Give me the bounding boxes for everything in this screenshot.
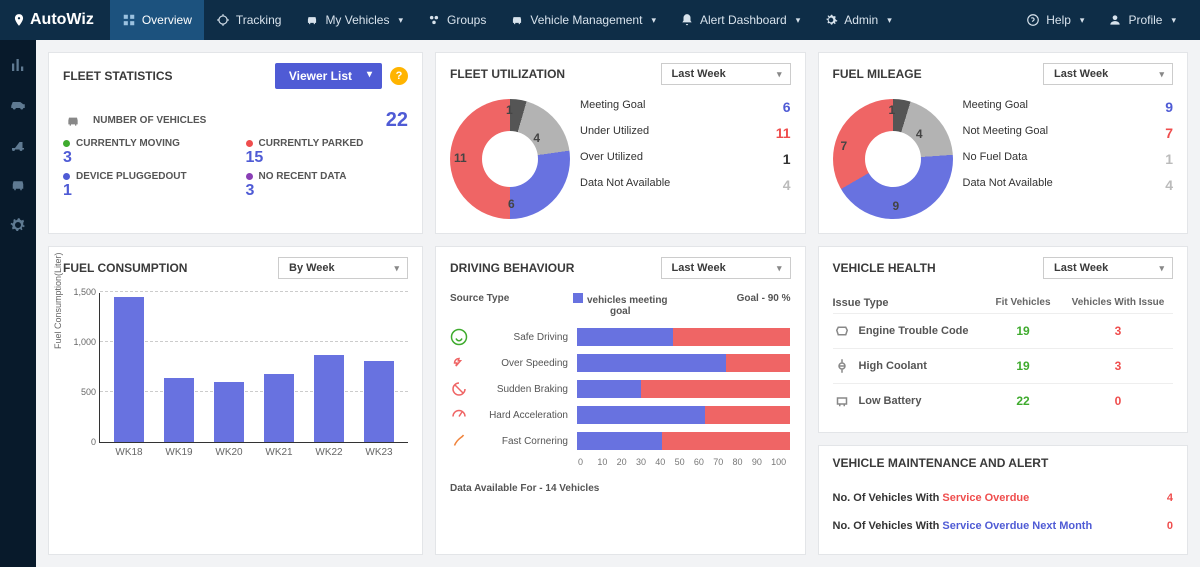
source-type-label: Source Type [450, 293, 564, 317]
maint-row-overdue: No. Of Vehicles With Service Overdue 4 [833, 484, 1174, 512]
db-row: Over Speeding [450, 353, 791, 373]
db-row: Hard Acceleration [450, 405, 791, 425]
bar-WK23 [364, 361, 394, 442]
db-row: Sudden Braking [450, 379, 791, 399]
nav-alert-dashboard[interactable]: Alert Dashboard [668, 0, 812, 40]
issue-icon [833, 357, 851, 375]
vehicles-value: 22 [386, 109, 408, 132]
card-title: FLEET STATISTICS [63, 69, 173, 83]
car-side-icon[interactable] [9, 96, 27, 114]
stats-icon[interactable] [9, 56, 27, 74]
top-navbar: AutoWiz Overview Tracking My Vehicles Gr… [0, 0, 1200, 40]
car-icon [510, 13, 524, 27]
nav-vehicle-management[interactable]: Vehicle Management [498, 0, 668, 40]
fuel-consumption-select[interactable]: By Week [278, 257, 408, 279]
user-icon [1108, 13, 1122, 27]
help-circle-icon [1026, 13, 1040, 27]
behaviour-icon [450, 432, 468, 450]
viewer-list-button[interactable]: Viewer List [275, 63, 382, 89]
card-vehicle-health: VEHICLE HEALTH Last Week Issue Type Fit … [818, 246, 1189, 433]
card-fuel-consumption: FUEL CONSUMPTION By Week Fuel Consumptio… [48, 246, 423, 555]
brand-logo[interactable]: AutoWiz [12, 11, 94, 29]
vh-row: High Coolant193 [833, 348, 1174, 383]
vehicles-label: NUMBER OF VEHICLES [93, 115, 376, 126]
driving-behaviour-footer: Data Available For - 14 Vehicles [450, 483, 791, 494]
norecent-label: NO RECENT DATA [259, 171, 347, 182]
nav-admin[interactable]: Admin [812, 0, 904, 40]
fuel-mileage-select[interactable]: Last Week [1043, 63, 1173, 85]
main-nav: Overview Tracking My Vehicles Groups Veh… [110, 0, 1014, 40]
behaviour-icon [450, 354, 468, 372]
bar-WK21 [264, 374, 294, 442]
goal-label: Goal - 90 % [677, 293, 791, 317]
driving-behaviour-chart: Safe Driving Over Speeding Sudden Braking H… [450, 327, 791, 451]
card-title: FUEL MILEAGE [833, 67, 922, 81]
moving-value: 3 [63, 149, 226, 167]
left-sidebar [0, 40, 36, 567]
fleet-util-legend: Meeting Goal6 Under Utilized11 Over Util… [580, 99, 791, 219]
car-icon [63, 113, 83, 129]
norecent-value: 3 [246, 182, 409, 200]
groups-icon [427, 13, 441, 27]
driving-behaviour-select[interactable]: Last Week [661, 257, 791, 279]
card-title: FUEL CONSUMPTION [63, 261, 187, 275]
card-title: FLEET UTILIZATION [450, 67, 565, 81]
pin-icon [12, 13, 26, 27]
moving-label: CURRENTLY MOVING [76, 138, 180, 149]
car-alt-icon[interactable] [9, 176, 27, 194]
card-fuel-mileage: FUEL MILEAGE Last Week 1 4 7 9 Meeting G… [818, 52, 1189, 234]
fleet-util-donut: 1 4 11 6 [450, 99, 570, 219]
bar-WK19 [164, 378, 194, 442]
parked-label: CURRENTLY PARKED [259, 138, 364, 149]
gear-icon[interactable] [9, 216, 27, 234]
car-icon [305, 13, 319, 27]
fleet-util-select[interactable]: Last Week [661, 63, 791, 85]
tow-icon[interactable] [9, 136, 27, 154]
maint-row-next-month: No. Of Vehicles With Service Overdue Nex… [833, 512, 1174, 540]
bar-WK20 [214, 382, 244, 442]
plugged-label: DEVICE PLUGGEDOUT [76, 171, 187, 182]
behaviour-icon [450, 406, 468, 424]
nav-help[interactable]: Help [1014, 0, 1096, 40]
card-vehicle-maintenance: VEHICLE MAINTENANCE AND ALERT No. Of Veh… [818, 445, 1189, 555]
crosshair-icon [216, 13, 230, 27]
fuel-consumption-chart: Fuel Consumption(Liter) 0 500 1,000 1,50… [63, 293, 408, 463]
nav-tracking[interactable]: Tracking [204, 0, 294, 40]
help-badge[interactable]: ? [390, 67, 408, 85]
nav-groups[interactable]: Groups [415, 0, 498, 40]
card-title: VEHICLE HEALTH [833, 261, 936, 275]
behaviour-icon [450, 380, 468, 398]
vehicle-health-select[interactable]: Last Week [1043, 257, 1173, 279]
card-fleet-utilization: FLEET UTILIZATION Last Week 1 4 11 6 Mee… [435, 52, 806, 234]
bar-WK22 [314, 355, 344, 442]
card-title: VEHICLE MAINTENANCE AND ALERT [833, 456, 1049, 470]
fuel-mileage-donut: 1 4 7 9 [833, 99, 953, 219]
gear-icon [824, 13, 838, 27]
vh-row: Engine Trouble Code193 [833, 313, 1174, 348]
card-driving-behaviour: DRIVING BEHAVIOUR Last Week Source Type … [435, 246, 806, 555]
db-row: Fast Cornering [450, 431, 791, 451]
issue-icon [833, 392, 851, 410]
card-title: DRIVING BEHAVIOUR [450, 261, 574, 275]
vh-row: Low Battery220 [833, 383, 1174, 418]
card-fleet-statistics: FLEET STATISTICS Viewer List ? NUMBER OF… [48, 52, 423, 234]
parked-value: 15 [246, 149, 409, 167]
issue-icon [833, 322, 851, 340]
nav-overview[interactable]: Overview [110, 0, 204, 40]
dashboard-grid: FLEET STATISTICS Viewer List ? NUMBER OF… [36, 40, 1200, 567]
grid-icon [122, 13, 136, 27]
db-row: Safe Driving [450, 327, 791, 347]
nav-profile[interactable]: Profile [1096, 0, 1188, 40]
nav-right: Help Profile [1014, 0, 1188, 40]
behaviour-icon [450, 328, 468, 346]
bar-WK18 [114, 297, 144, 442]
fuel-mileage-legend: Meeting Goal9 Not Meeting Goal7 No Fuel … [963, 99, 1174, 219]
nav-my-vehicles[interactable]: My Vehicles [293, 0, 415, 40]
plugged-value: 1 [63, 182, 226, 200]
bell-icon [680, 13, 694, 27]
